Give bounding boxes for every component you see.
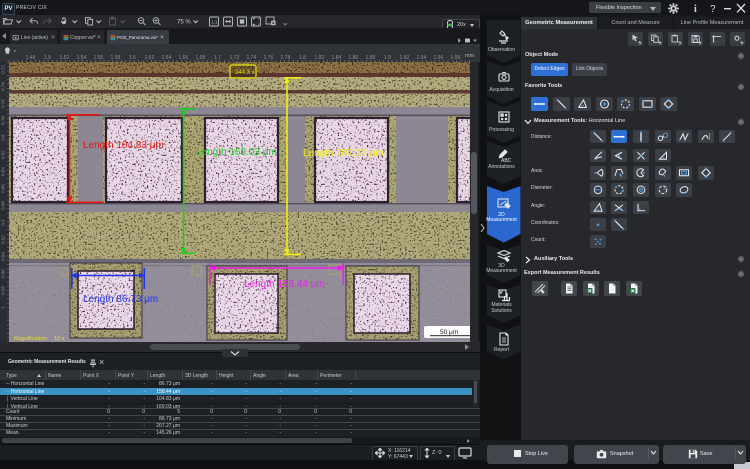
svg-text:i: i	[694, 4, 697, 14]
svg-text:Length 158.44 μm: Length 158.44 μm	[244, 279, 325, 290]
svg-text:1:1: 1:1	[211, 20, 218, 25]
svg-text:Length 86.73 μm: Length 86.73 μm	[83, 294, 158, 305]
svg-text:Length 104.83 μm: Length 104.83 μm	[83, 140, 164, 151]
svg-text:75 %: 75 %	[177, 20, 191, 26]
svg-text:Length 207.27 μm: Length 207.27 μm	[303, 148, 384, 159]
svg-text:?: ?	[710, 4, 716, 14]
svg-text:50 μm: 50 μm	[440, 329, 458, 336]
svg-text:Length 169.03 μm: Length 169.03 μm	[196, 147, 277, 158]
svg-text:344.3 x: 344.3 x	[235, 70, 255, 76]
